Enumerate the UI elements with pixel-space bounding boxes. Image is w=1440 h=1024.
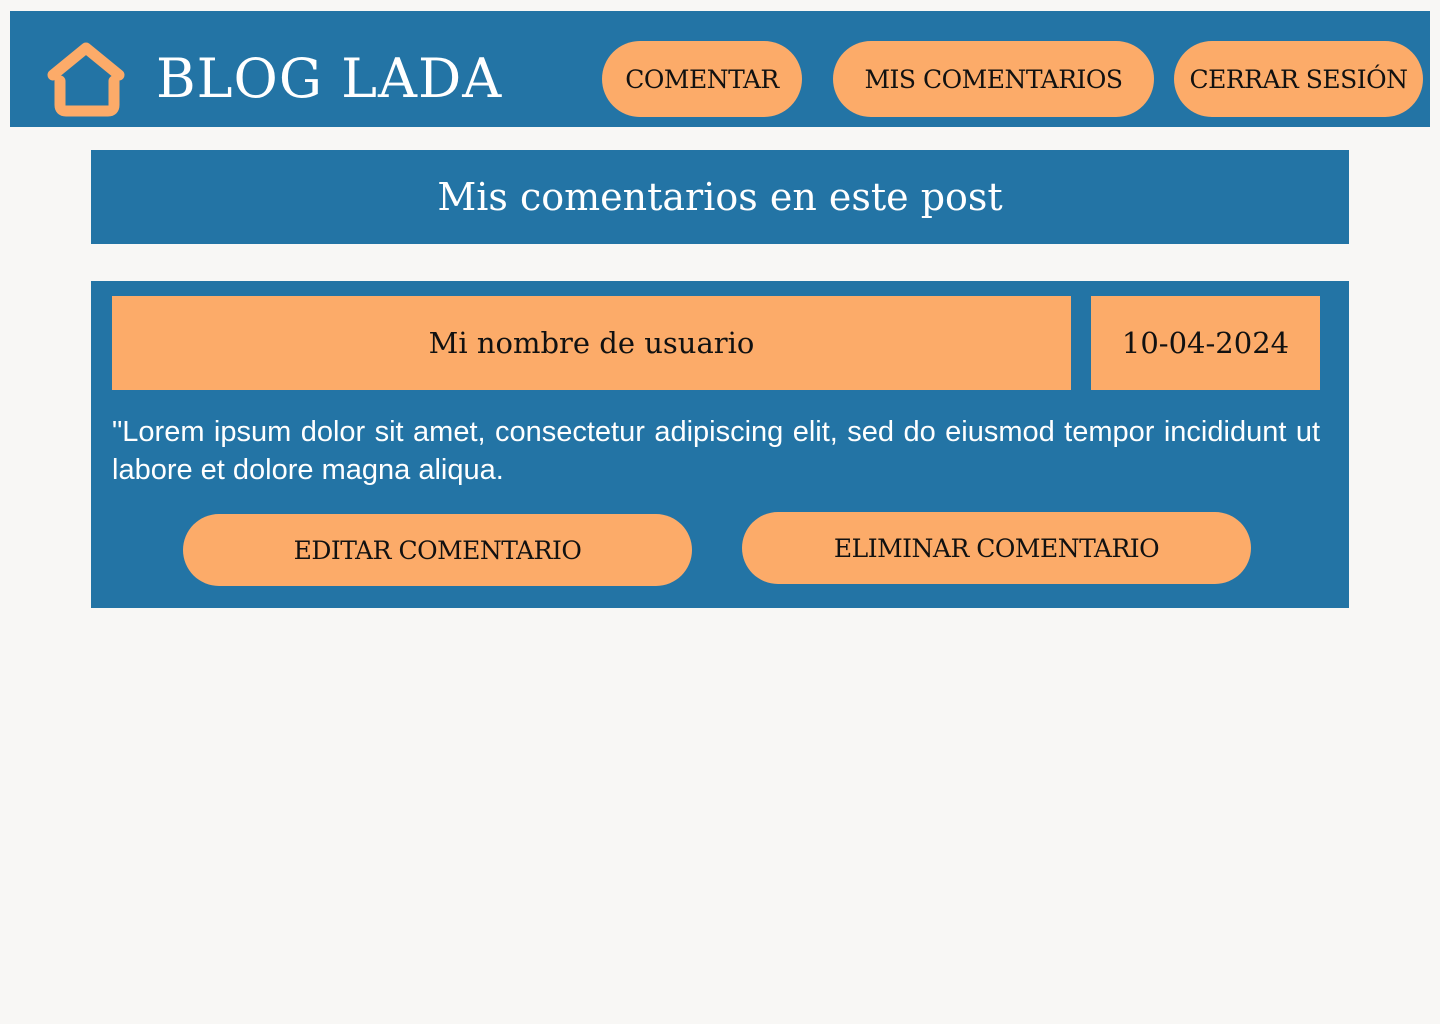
site-title: BLOG LADA xyxy=(156,47,503,110)
top-header: BLOG LADA COMENTAR MIS COMENTARIOS CERRA… xyxy=(10,11,1430,127)
my-comments-nav-button[interactable]: MIS COMENTARIOS xyxy=(833,41,1154,117)
edit-comment-button[interactable]: EDITAR COMENTARIO xyxy=(183,514,692,586)
comment-card: Mi nombre de usuario 10-04-2024 "Lorem i… xyxy=(91,281,1349,608)
comment-date: 10-04-2024 xyxy=(1091,296,1320,390)
page-title: Mis comentarios en este post xyxy=(437,175,1003,219)
page-title-bar: Mis comentarios en este post xyxy=(91,150,1349,244)
logout-button[interactable]: CERRAR SESIÓN xyxy=(1174,41,1423,117)
comment-nav-button[interactable]: COMENTAR xyxy=(602,41,802,117)
home-icon[interactable] xyxy=(45,41,129,119)
delete-comment-button[interactable]: ELIMINAR COMENTARIO xyxy=(742,512,1251,584)
comment-text: "Lorem ipsum dolor sit amet, consectetur… xyxy=(112,416,1320,486)
comment-username: Mi nombre de usuario xyxy=(112,296,1071,390)
